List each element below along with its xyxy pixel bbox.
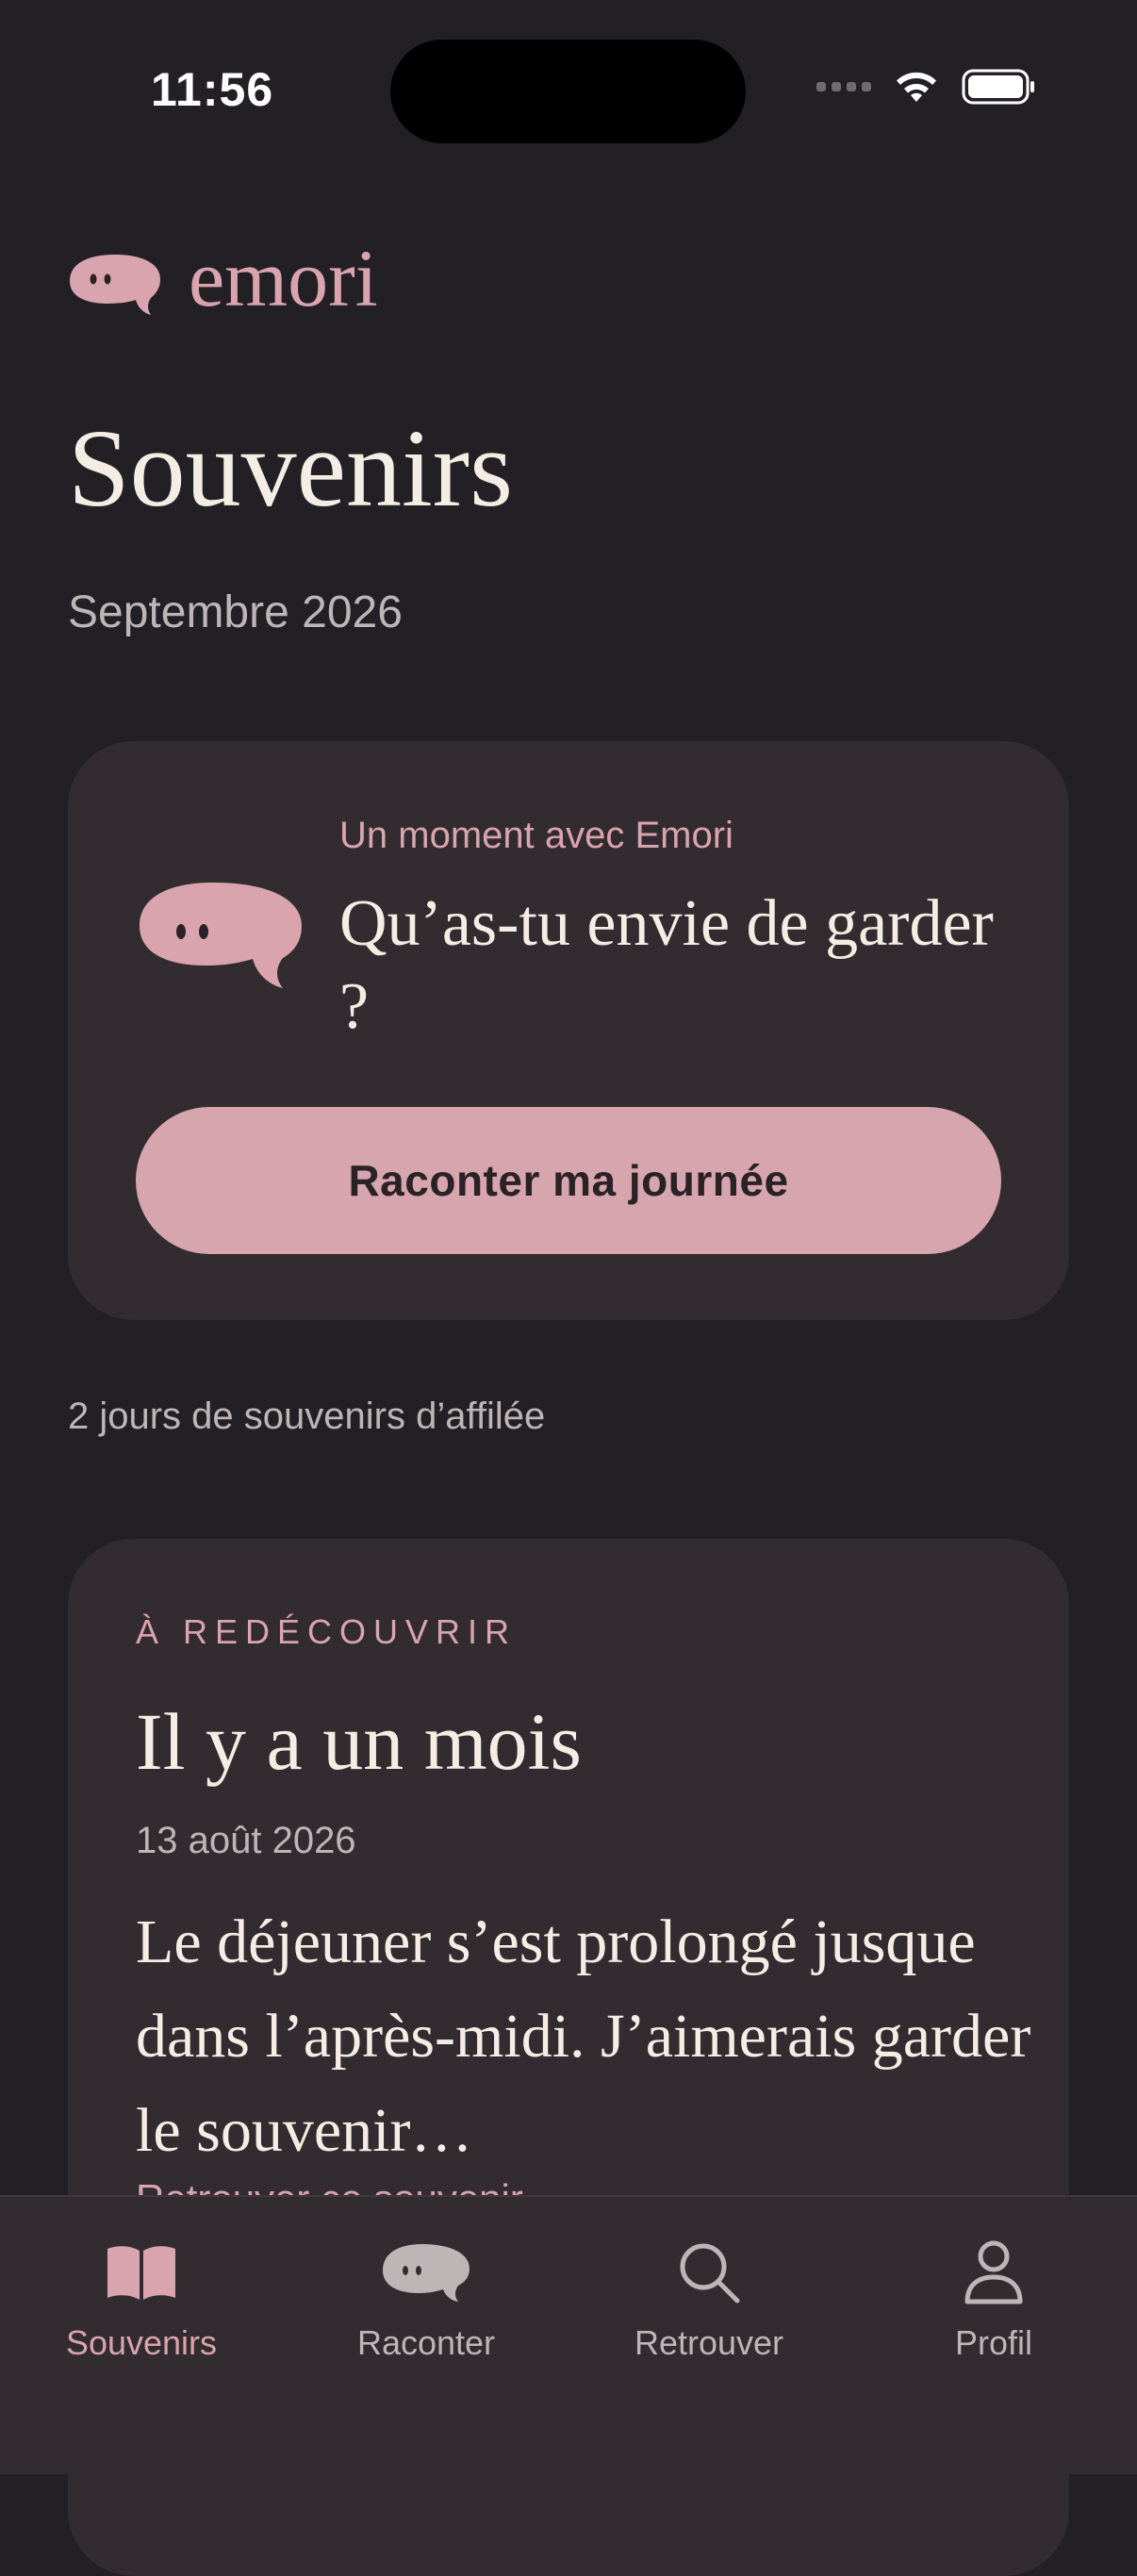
memory-date: 13 août 2026: [136, 1820, 356, 1861]
tell-my-day-button[interactable]: Raconter ma journée: [136, 1107, 1001, 1254]
prompt-eyebrow: Un moment avec Emori: [339, 815, 733, 856]
prompt-card: Un moment avec Emori Qu’as-tu envie de g…: [68, 741, 1069, 1320]
speech-bubble-face-icon: [70, 255, 160, 315]
dynamic-island: [390, 40, 746, 143]
search-icon: [677, 2235, 741, 2310]
tab-raconter[interactable]: Raconter: [285, 2235, 568, 2386]
cellular-signal-icon: [816, 82, 871, 91]
wifi-icon: [897, 72, 936, 102]
page-title: Souvenirs: [68, 406, 513, 530]
brand: emori: [68, 238, 378, 324]
status-time: 11:56: [151, 63, 274, 116]
tab-label: Retrouver: [634, 2323, 784, 2362]
page-subtitle: Septembre 2026: [68, 587, 403, 637]
tab-bar: Souvenirs Raconter Retrouver Profil: [0, 2195, 1137, 2474]
status-icons: [816, 68, 1037, 106]
memory-title: Il y a un mois: [136, 1696, 582, 1787]
tab-label: Profil: [954, 2323, 1033, 2362]
streak-text: 2 jours de souvenirs d’affilée: [68, 1395, 546, 1437]
brand-name: emori: [189, 233, 378, 323]
tab-profil[interactable]: Profil: [852, 2235, 1135, 2386]
memory-excerpt: Le déjeuner s’est prolongé jusque dans l…: [136, 1907, 1031, 2165]
prompt-question: Qu’as-tu envie de garder ?: [339, 887, 994, 1043]
tab-souvenirs[interactable]: Souvenirs: [0, 2235, 283, 2386]
tab-retrouver[interactable]: Retrouver: [568, 2235, 850, 2386]
speech-bubble-face-icon: [140, 883, 302, 988]
person-icon: [964, 2235, 1024, 2310]
memory-eyebrow: À REDÉCOUVRIR: [136, 1612, 518, 1651]
status-bar: 11:56: [0, 0, 1137, 160]
tab-label: Souvenirs: [65, 2323, 218, 2362]
speech-bubble-face-icon: [381, 2235, 471, 2310]
tab-label: Raconter: [356, 2323, 496, 2362]
open-book-icon: [106, 2235, 177, 2310]
battery-icon: [962, 69, 1034, 105]
